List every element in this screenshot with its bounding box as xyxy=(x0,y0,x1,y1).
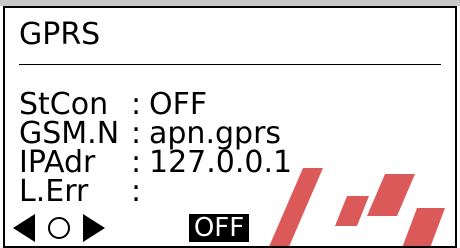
status-badge: OFF xyxy=(189,214,249,242)
field-colon: : xyxy=(131,174,142,209)
field-label: L.Err xyxy=(19,174,89,209)
screen-title: GPRS xyxy=(19,17,101,52)
lcd-screen: GPRS StCon : OFF GSM.N : apn.gprs IPAdr … xyxy=(3,6,457,248)
circle-icon[interactable] xyxy=(48,217,70,239)
arrow-right-icon[interactable] xyxy=(83,214,105,242)
field-value: 127.0.0.1 xyxy=(149,145,293,180)
title-divider xyxy=(19,64,441,65)
arrow-left-icon[interactable] xyxy=(13,214,35,242)
nav-controls xyxy=(13,214,113,242)
watermark-mark xyxy=(269,168,445,246)
